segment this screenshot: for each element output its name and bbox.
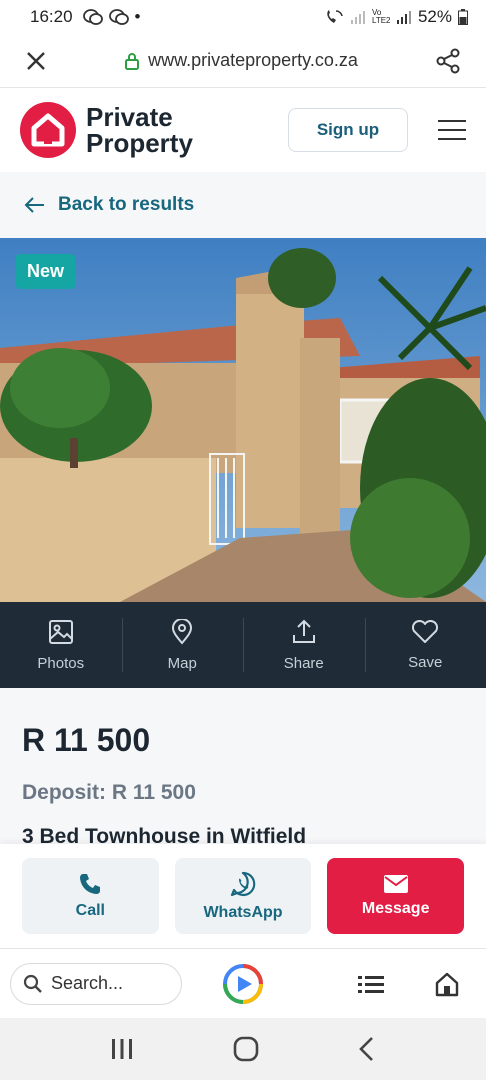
image-icon (48, 619, 73, 644)
map-label: Map (167, 654, 197, 672)
search-icon (23, 974, 42, 993)
contact-actions: Call WhatsApp Message (0, 844, 486, 948)
google-assistant-icon[interactable] (222, 963, 264, 1005)
map-pin-icon (172, 618, 193, 645)
browser-url-bar: www.privateproperty.co.za (0, 34, 486, 88)
new-badge: New (16, 254, 76, 289)
tabs-icon[interactable] (358, 974, 384, 994)
listing-title: 3 Bed Townhouse in Witfield (22, 825, 307, 844)
envelope-icon (383, 875, 408, 893)
logo-line-1: Private (86, 102, 173, 132)
battery-icon (458, 9, 468, 25)
wifi-call-icon (327, 10, 343, 23)
notification-dot: • (134, 7, 141, 26)
save-label: Save (408, 653, 443, 671)
site-header: Private Property Sign up (0, 88, 486, 172)
sign-up-button[interactable]: Sign up (288, 108, 408, 152)
map-button[interactable]: Map (121, 602, 244, 688)
listing-price: R 11 500 (22, 722, 151, 758)
logo[interactable]: Private Property (20, 102, 193, 158)
status-bar: 16:20 • Vo LTE2 52% (0, 0, 486, 34)
battery-percent: 52% (417, 7, 452, 26)
hamburger-icon[interactable] (438, 120, 466, 140)
url-text: www.privateproperty.co.za (148, 50, 358, 70)
back-to-results-link[interactable]: Back to results (0, 172, 486, 238)
url-display[interactable]: www.privateproperty.co.za (48, 50, 434, 71)
browser-bottom-bar: Search... (0, 948, 486, 1018)
message-button[interactable]: Message (327, 858, 465, 934)
home-icon[interactable] (434, 971, 460, 997)
home-circle-icon[interactable] (233, 1036, 259, 1062)
network-label: Vo LTE2 (371, 8, 391, 25)
whatsapp-label: WhatsApp (203, 904, 283, 921)
heart-icon (412, 619, 439, 643)
photos-label: Photos (37, 654, 85, 672)
close-icon[interactable] (24, 49, 48, 73)
arrow-left-icon (24, 197, 44, 213)
logo-line-2: Property (86, 128, 193, 158)
share-label: Share (283, 654, 324, 672)
listing-deposit: Deposit: R 11 500 (22, 781, 196, 804)
clock: 16:20 (30, 7, 73, 26)
message-label: Message (361, 900, 430, 917)
listing-photo[interactable]: New (0, 238, 486, 602)
listing-details: R 11 500 Deposit: R 11 500 3 Bed Townhou… (0, 688, 486, 844)
search-input[interactable]: Search... (10, 962, 182, 1005)
recent-apps-icon[interactable] (110, 1038, 134, 1060)
back-link-label: Back to results (58, 194, 195, 215)
signal-icon (396, 11, 411, 24)
signal-icon (350, 11, 365, 24)
lock-icon (125, 52, 140, 70)
system-nav-bar (0, 1018, 486, 1080)
share-icon[interactable] (434, 47, 462, 75)
back-chevron-icon[interactable] (358, 1036, 376, 1062)
share-button[interactable]: Share (243, 602, 365, 688)
phone-icon (80, 874, 101, 894)
wechat-icon (82, 9, 103, 25)
search-placeholder: Search... (51, 973, 124, 993)
media-bar: Photos Map Share Save (0, 602, 486, 688)
property-photo-image (0, 238, 486, 602)
call-label: Call (75, 902, 105, 919)
whatsapp-icon (230, 871, 256, 897)
logo-text: Private Property (86, 104, 193, 156)
upload-icon (292, 619, 315, 643)
photos-button[interactable]: Photos (0, 602, 122, 688)
save-button[interactable]: Save (364, 602, 486, 688)
whatsapp-button[interactable]: WhatsApp (174, 858, 312, 934)
wechat-icon (108, 9, 129, 25)
call-button[interactable]: Call (22, 858, 159, 934)
logo-house-icon (20, 102, 76, 158)
